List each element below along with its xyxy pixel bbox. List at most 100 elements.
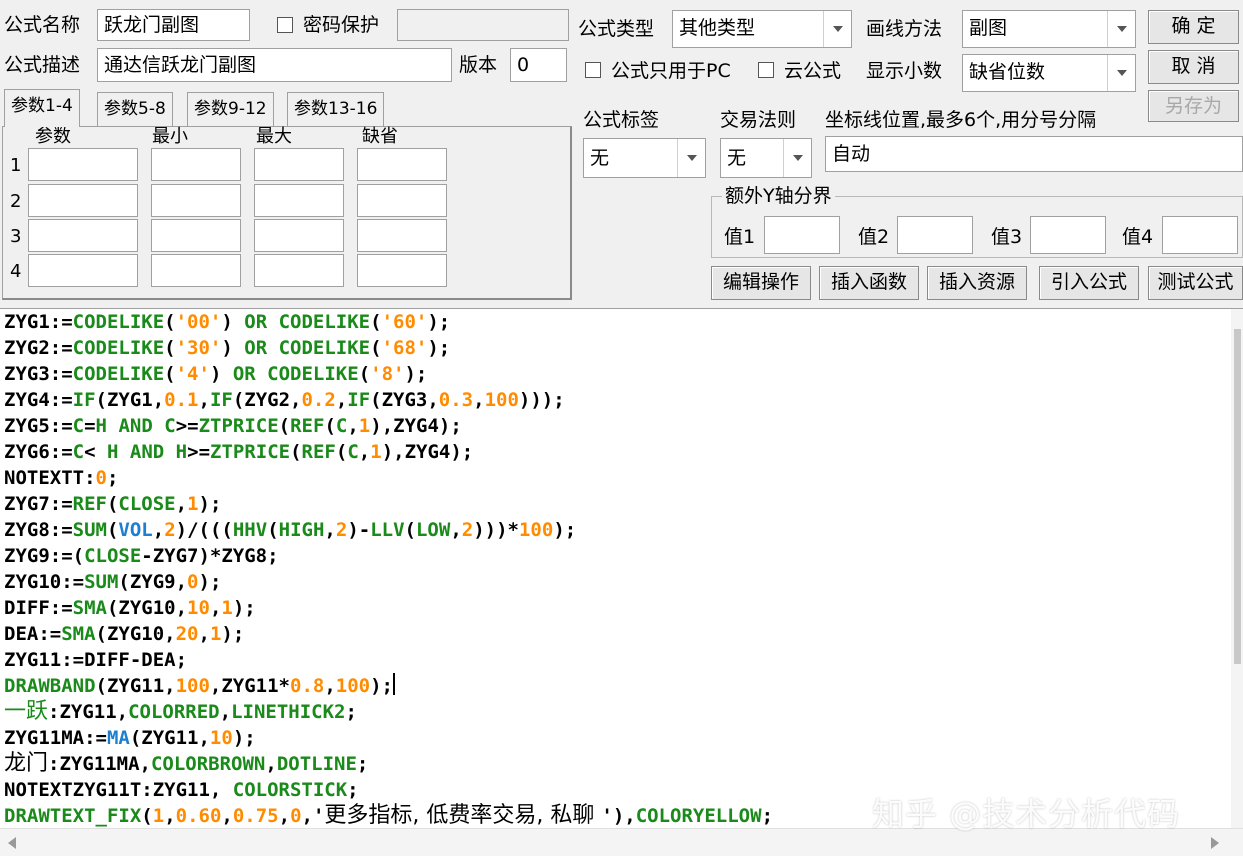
formula-tag-value: 无 [590,147,610,169]
axis-position-input[interactable]: 自动 [825,136,1243,172]
test-formula-button[interactable]: 测试公式 [1148,266,1243,300]
code-line: ZYG6:=C< H AND H>=ZTPRICE(REF(C,1),ZYG4)… [4,441,474,463]
password-checkbox[interactable] [277,17,293,33]
y-axis-group-label: 额外Y轴分界 [722,183,835,209]
value2-input[interactable] [897,216,973,254]
code-line: ZYG2:=CODELIKE('30') OR CODELIKE('68'); [4,337,451,359]
param-max-input[interactable] [254,184,344,217]
watermark: 知乎 @技术分析代码 [872,795,1181,833]
version-label: 版本 [459,54,498,76]
param-min-input[interactable] [151,148,241,181]
value3-input[interactable] [1030,216,1106,254]
edit-operation-button[interactable]: 编辑操作 [711,266,811,300]
chevron-down-icon[interactable] [677,139,705,177]
param-max-input[interactable] [254,254,344,287]
chevron-down-icon[interactable] [783,139,811,177]
trade-rule-label: 交易法则 [720,109,797,131]
value1-input[interactable] [764,216,840,254]
code-line: ZYG4:=IF(ZYG1,0.1,IF(ZYG2,0.2,IF(ZYG3,0.… [4,389,565,411]
text-cursor [393,673,395,695]
value2-label: 值2 [858,226,890,248]
code-line: ZYG11:=DIFF-DEA; [4,649,188,671]
pc-only-label: 公式只用于PC [611,60,731,82]
insert-resource-button[interactable]: 插入资源 [927,266,1027,300]
ok-button[interactable]: 确 定 [1148,10,1239,44]
code-line: DEA:=SMA(ZYG10,20,1); [4,623,245,645]
tab-params-1-4[interactable]: 参数1-4 [4,89,80,127]
value4-input[interactable] [1162,216,1238,254]
formula-type-label: 公式类型 [578,18,655,40]
param-row-number: 1 [10,155,22,176]
tab-params-13-16[interactable]: 参数13-16 [287,92,385,126]
insert-function-button[interactable]: 插入函数 [819,266,919,300]
decimal-value: 缺省位数 [969,61,1046,83]
trade-rule-value: 无 [727,147,747,169]
param-row-number: 2 [10,191,22,212]
param-default-input[interactable] [357,184,447,217]
param-max-input[interactable] [254,148,344,181]
cloud-formula-checkbox[interactable] [758,62,774,78]
decimal-label: 显示小数 [866,60,943,82]
param-min-input[interactable] [151,184,241,217]
decimal-select[interactable]: 缺省位数 [962,54,1136,92]
password-input[interactable] [397,9,569,41]
param-row-number: 4 [10,261,22,282]
param-header-name: 参数 [35,126,71,147]
code-line: ZYG11MA:=MA(ZYG11,10); [4,727,256,749]
code-line: ZYG8:=SUM(VOL,2)/(((HHV(HIGH,2)-LLV(LOW,… [4,519,577,541]
formula-type-select[interactable]: 其他类型 [672,10,852,48]
formula-tag-select[interactable]: 无 [583,138,706,178]
code-line: NOTEXTT:0; [4,467,119,489]
formula-desc-input[interactable]: 通达信跃龙门副图 [97,48,452,82]
password-label: 密码保护 [303,14,380,36]
draw-method-label: 画线方法 [866,18,943,40]
code-line: 龙门:ZYG11MA,COLORBROWN,DOTLINE; [4,751,369,776]
param-header-min: 最小 [152,126,188,147]
formula-name-input[interactable]: 跃龙门副图 [97,9,250,41]
scroll-right-icon[interactable] [1211,837,1219,849]
param-header-max: 最大 [256,126,292,147]
param-name-input[interactable] [28,219,138,252]
code-line: DRAWBAND(ZYG11,100,ZYG11*0.8,100); [4,673,395,697]
pc-only-checkbox[interactable] [585,62,601,78]
vertical-scrollbar[interactable] [1231,309,1243,829]
chevron-down-icon[interactable] [1107,55,1135,91]
tab-params-9-12[interactable]: 参数9-12 [187,92,274,126]
code-line: ZYG10:=SUM(ZYG9,0); [4,571,222,593]
param-name-input[interactable] [28,254,138,287]
trade-rule-select[interactable]: 无 [720,138,812,178]
param-default-input[interactable] [357,219,447,252]
tab-params-5-8[interactable]: 参数5-8 [97,92,173,126]
chevron-down-icon[interactable] [823,11,851,47]
code-line: ZYG1:=CODELIKE('00') OR CODELIKE('60'); [4,311,451,333]
formula-desc-label: 公式描述 [4,54,81,76]
code-editor[interactable]: ZYG1:=CODELIKE('00') OR CODELIKE('60'); … [0,308,1243,856]
value1-label: 值1 [724,226,756,248]
cancel-button[interactable]: 取 消 [1148,50,1239,84]
code-line: ZYG7:=REF(CLOSE,1); [4,493,222,515]
save-as-button[interactable]: 另存为 [1148,90,1239,122]
cloud-formula-label: 云公式 [784,60,842,82]
draw-method-select[interactable]: 副图 [962,10,1136,48]
code-line: ZYG5:=C=H AND C>=ZTPRICE(REF(C,1),ZYG4); [4,415,462,437]
chevron-down-icon[interactable] [1107,11,1135,47]
param-name-input[interactable] [28,148,138,181]
code-line: ZYG3:=CODELIKE('4') OR CODELIKE('8'); [4,363,428,385]
param-default-input[interactable] [357,254,447,287]
value4-label: 值4 [1122,226,1154,248]
axis-position-label: 坐标线位置,最多6个,用分号分隔 [825,109,1097,131]
param-max-input[interactable] [254,219,344,252]
param-default-input[interactable] [357,148,447,181]
code-line: 一跃:ZYG11,COLORRED,LINETHICK2; [4,699,357,724]
param-name-input[interactable] [28,184,138,217]
formula-name-label: 公式名称 [4,14,81,36]
code-text-area[interactable]: ZYG1:=CODELIKE('00') OR CODELIKE('60'); … [4,309,1230,829]
scroll-thumb[interactable] [1234,329,1241,664]
param-row-number: 3 [10,226,22,247]
scroll-left-icon[interactable] [8,837,16,849]
version-input[interactable]: 0 [510,48,567,82]
param-min-input[interactable] [151,219,241,252]
import-formula-button[interactable]: 引入公式 [1039,266,1139,300]
param-min-input[interactable] [151,254,241,287]
value3-label: 值3 [991,226,1023,248]
